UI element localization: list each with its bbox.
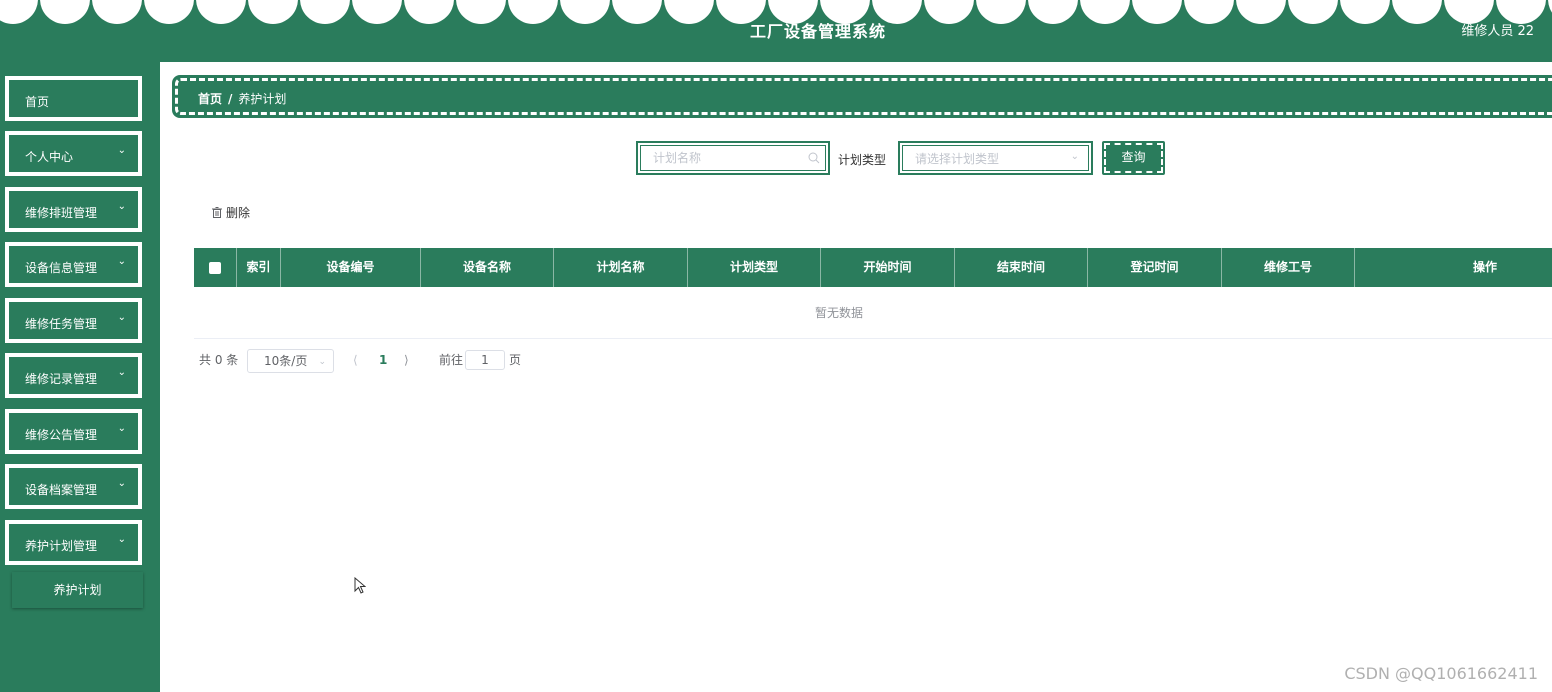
table-empty-row: 暂无数据 bbox=[194, 287, 1552, 339]
sidebar-item-label: 养护计划管理 bbox=[25, 539, 98, 553]
goto-page-input[interactable]: 1 bbox=[465, 350, 505, 370]
app-title: 工厂设备管理系统 bbox=[749, 22, 886, 41]
column-header: 设备编号 bbox=[281, 248, 421, 287]
breadcrumb-current: 养护计划 bbox=[238, 92, 287, 106]
mouse-cursor-icon bbox=[354, 577, 366, 594]
user-info[interactable]: 维修人员 22 bbox=[1461, 20, 1534, 39]
column-header: 维修工号 bbox=[1222, 248, 1355, 287]
chevron-down-icon: ⌄ bbox=[1070, 151, 1079, 162]
chevron-down-icon: ⌄ bbox=[117, 312, 126, 323]
chevron-down-icon: ⌄ bbox=[117, 423, 126, 434]
column-header: 操作 bbox=[1472, 260, 1497, 274]
chevron-down-icon: ⌄ bbox=[117, 201, 126, 212]
column-header: 开始时间 bbox=[821, 248, 955, 287]
top-header: 工厂设备管理系统 维修人员 22 bbox=[0, 0, 1552, 62]
sidebar-item-label: 维修公告管理 bbox=[25, 428, 98, 442]
plan-type-placeholder: 请选择计划类型 bbox=[902, 145, 1089, 171]
sidebar-item-label: 个人中心 bbox=[25, 150, 74, 164]
sidebar-item-equipment-info[interactable]: 设备信息管理 ⌄ bbox=[5, 242, 142, 287]
sidebar-item-repair-notice[interactable]: 维修公告管理 ⌄ bbox=[5, 409, 142, 454]
select-all-checkbox[interactable] bbox=[209, 261, 221, 274]
column-header: 计划类型 bbox=[688, 248, 821, 287]
chevron-down-icon: ⌄ bbox=[117, 478, 126, 489]
chevron-down-icon: ⌄ bbox=[318, 357, 326, 367]
column-header: 结束时间 bbox=[955, 248, 1088, 287]
goto-label: 前往 bbox=[439, 353, 464, 367]
sidebar-item-home[interactable]: 首页 bbox=[5, 76, 142, 121]
plan-type-label: 计划类型 bbox=[838, 153, 887, 167]
chevron-down-icon: ⌄ bbox=[117, 256, 126, 267]
maintenance-plan-table: 索引 设备编号 设备名称 计划名称 计划类型 开始时间 结束时间 登记时间 维修… bbox=[194, 248, 1552, 339]
select-all-cell bbox=[194, 248, 237, 287]
breadcrumb-home-link[interactable]: 首页 bbox=[198, 92, 222, 106]
sidebar-item-label: 维修记录管理 bbox=[25, 372, 98, 386]
sidebar-item-repair-schedule[interactable]: 维修排班管理 ⌄ bbox=[5, 187, 142, 232]
next-page-icon[interactable]: ⟩ bbox=[404, 349, 409, 371]
sidebar-item-repair-record[interactable]: 维修记录管理 ⌄ bbox=[5, 353, 142, 398]
sidebar-item-label: 设备信息管理 bbox=[25, 261, 98, 275]
plan-name-input[interactable] bbox=[640, 145, 826, 171]
chevron-down-icon: ⌄ bbox=[117, 145, 126, 156]
chevron-down-icon: ⌄ bbox=[117, 367, 126, 378]
prev-page-icon[interactable]: ⟨ bbox=[353, 349, 358, 371]
sidebar-item-label: 设备档案管理 bbox=[25, 483, 98, 497]
watermark: CSDN @QQ1061662411 bbox=[1344, 664, 1538, 683]
query-button[interactable]: 查询 bbox=[1102, 141, 1165, 175]
query-button-label: 查询 bbox=[1104, 143, 1163, 173]
sidebar-item-label: 维修任务管理 bbox=[25, 317, 98, 331]
sidebar: 首页 个人中心 ⌄ 维修排班管理 ⌄ 设备信息管理 ⌄ 维修任务管理 ⌄ 维修记… bbox=[0, 62, 160, 692]
page-unit-label: 页 bbox=[509, 353, 522, 367]
page-size-select[interactable]: 10条/页 ⌄ bbox=[247, 349, 334, 373]
sidebar-item-repair-task[interactable]: 维修任务管理 ⌄ bbox=[5, 298, 142, 343]
sidebar-item-equipment-archive[interactable]: 设备档案管理 ⌄ bbox=[5, 464, 142, 509]
page-size-value: 10条/页 bbox=[264, 354, 308, 368]
column-header: 设备名称 bbox=[421, 248, 554, 287]
sidebar-item-maintenance-plan[interactable]: 养护计划管理 ⌄ bbox=[5, 520, 142, 565]
breadcrumb-separator: / bbox=[228, 92, 233, 106]
page-number[interactable]: 1 bbox=[379, 349, 387, 371]
chevron-down-icon: ⌄ bbox=[117, 534, 126, 545]
column-header: 计划名称 bbox=[554, 248, 688, 287]
plan-type-select[interactable]: 请选择计划类型 ⌄ bbox=[898, 141, 1093, 175]
sidebar-item-label: 首页 bbox=[25, 95, 50, 109]
column-header: 登记时间 bbox=[1088, 248, 1222, 287]
submenu-item-maintenance-plan[interactable]: 养护计划 bbox=[12, 572, 143, 608]
delete-label: 删除 bbox=[226, 206, 251, 220]
breadcrumb: 首页 / 养护计划 bbox=[172, 75, 1552, 118]
delete-button[interactable]: 删除 bbox=[212, 204, 250, 221]
column-header: 索引 bbox=[237, 248, 281, 287]
search-icon bbox=[808, 152, 820, 164]
sidebar-item-personal-center[interactable]: 个人中心 ⌄ bbox=[5, 131, 142, 176]
trash-icon bbox=[212, 207, 222, 218]
plan-name-search bbox=[636, 141, 830, 175]
total-count: 共 0 条 bbox=[199, 353, 239, 367]
sidebar-item-label: 维修排班管理 bbox=[25, 206, 98, 220]
table-header: 索引 设备编号 设备名称 计划名称 计划类型 开始时间 结束时间 登记时间 维修… bbox=[194, 248, 1552, 287]
empty-text: 暂无数据 bbox=[814, 306, 863, 320]
